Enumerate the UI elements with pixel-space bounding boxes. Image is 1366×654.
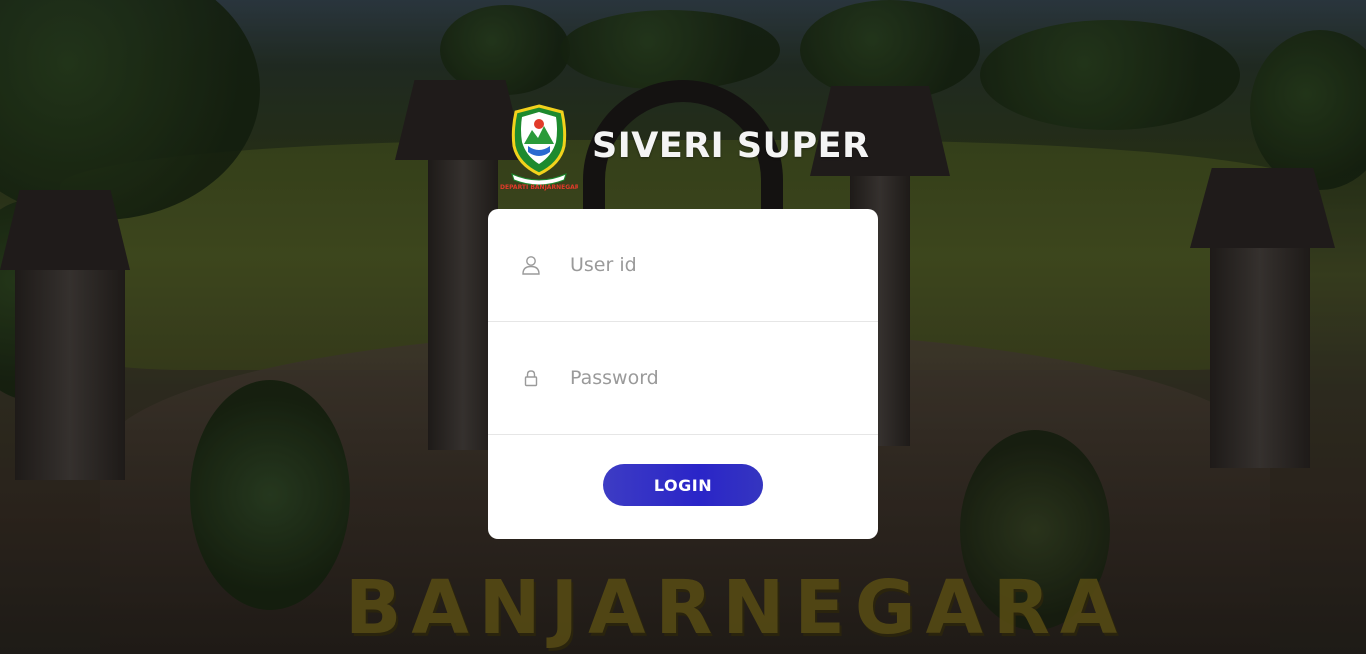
user-id-field [488, 209, 878, 322]
logo-caption: DEPARTI BANJARNEGARA [500, 183, 578, 191]
login-button-wrap: LOGIN [488, 464, 878, 506]
app-logo: DEPARTI BANJARNEGARA [500, 102, 578, 194]
login-button[interactable]: LOGIN [603, 464, 763, 506]
password-input[interactable] [568, 366, 858, 390]
user-id-input[interactable] [568, 253, 858, 277]
user-icon [521, 255, 541, 275]
password-field [488, 322, 878, 435]
lock-icon [521, 368, 541, 388]
app-header: DEPARTI BANJARNEGARA SIVERI SUPER [500, 100, 870, 195]
login-card: LOGIN [488, 209, 878, 539]
emblem-icon [511, 103, 567, 185]
app-title: SIVERI SUPER [592, 125, 870, 166]
